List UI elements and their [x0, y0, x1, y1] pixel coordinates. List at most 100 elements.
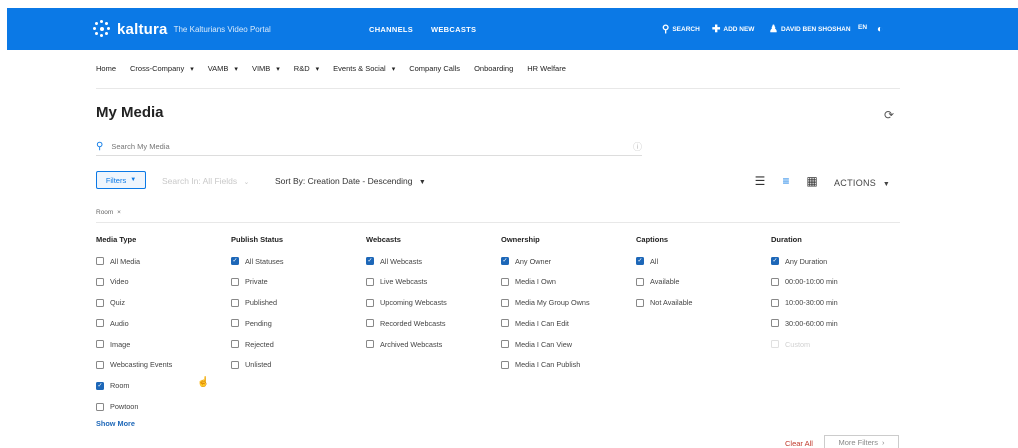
filter-option[interactable]: 10:00-30:00 min	[771, 298, 838, 308]
checkbox-icon[interactable]	[366, 319, 374, 328]
filter-option[interactable]: Custom	[771, 339, 838, 349]
filter-option[interactable]: ✓ All Webcasts	[366, 256, 447, 266]
checkbox-icon[interactable]	[771, 319, 779, 328]
filter-option[interactable]: Archived Webcasts	[366, 339, 447, 349]
checkbox-icon[interactable]	[501, 277, 509, 286]
filter-option[interactable]: Upcoming Webcasts	[366, 298, 447, 308]
checkbox-checked-icon[interactable]: ✓	[636, 257, 644, 265]
checkbox-icon[interactable]	[366, 277, 374, 286]
filter-option[interactable]: Private	[231, 277, 284, 287]
filter-option[interactable]: Media I Own	[501, 277, 590, 287]
search-in-dropdown[interactable]: Search In: All Fields ⌄	[162, 176, 249, 186]
nav-item-label: Company Calls	[409, 64, 461, 73]
checkbox-icon[interactable]	[96, 298, 104, 307]
filter-option[interactable]: ✓ Any Owner	[501, 256, 590, 266]
checkbox-checked-icon[interactable]: ✓	[366, 257, 374, 265]
filter-option[interactable]: Powtoon	[96, 402, 172, 412]
filters-button[interactable]: Filters ▼	[96, 171, 146, 189]
nav-item-6[interactable]: Company Calls	[409, 64, 460, 73]
checkbox-checked-icon[interactable]: ✓	[231, 257, 239, 265]
checkbox-icon[interactable]	[771, 298, 779, 307]
nav-item-3[interactable]: VIMB ▾	[252, 64, 280, 73]
nav-item-8[interactable]: HR Welfare	[527, 64, 566, 73]
filter-option[interactable]: 00:00-10:00 min	[771, 277, 838, 287]
nav-webcasts[interactable]: WEBCASTS	[431, 25, 476, 34]
checkbox-icon[interactable]	[636, 298, 644, 307]
checkbox-icon[interactable]	[501, 319, 509, 328]
filter-option[interactable]: Recorded Webcasts	[366, 318, 447, 328]
close-icon[interactable]: ×	[117, 209, 121, 216]
checkbox-checked-icon[interactable]: ✓	[501, 257, 509, 265]
checkbox-icon[interactable]	[636, 277, 644, 286]
chevron-down-icon: ▾	[391, 65, 396, 73]
filter-option[interactable]: All Media	[96, 256, 172, 266]
filter-option[interactable]: Rejected	[231, 339, 284, 349]
list-view-icon[interactable]: ☰	[752, 175, 768, 187]
checkbox-icon[interactable]	[771, 277, 779, 286]
filter-option[interactable]: Video	[96, 277, 172, 287]
more-filters-button[interactable]: More Filters ›	[824, 435, 899, 448]
user-menu[interactable]: ♟ DAVID BEN SHOSHAN	[769, 24, 851, 35]
checkbox-icon[interactable]	[231, 319, 239, 328]
checkbox-icon[interactable]	[96, 340, 104, 349]
checkbox-icon[interactable]	[96, 360, 104, 369]
filter-option[interactable]: Image	[96, 339, 172, 349]
filter-option[interactable]: Unlisted	[231, 360, 284, 370]
checkbox-icon[interactable]	[501, 298, 509, 307]
nav-item-5[interactable]: Events & Social ▾	[333, 64, 395, 73]
nav-item-2[interactable]: VAMB ▾	[208, 64, 238, 73]
search-button[interactable]: ⚲ SEARCH	[662, 24, 700, 35]
checkbox-icon[interactable]	[96, 319, 104, 328]
checkbox-icon[interactable]	[96, 402, 104, 411]
filter-option[interactable]: Media I Can View	[501, 339, 590, 349]
detailed-view-icon[interactable]: ≡	[778, 175, 794, 187]
checkbox-icon[interactable]	[366, 298, 374, 307]
filter-option[interactable]: ✓ Room	[96, 381, 172, 391]
checkbox-icon[interactable]	[231, 298, 239, 307]
filter-option[interactable]: 30:00-60:00 min	[771, 318, 838, 328]
checkbox-icon[interactable]	[366, 340, 374, 349]
filter-option[interactable]: ✓ Any Duration	[771, 256, 838, 266]
kaltura-logo[interactable]: kaltura The Kalturians Video Portal	[93, 20, 271, 38]
table-view-icon[interactable]: ▦	[804, 175, 820, 187]
show-more-link[interactable]: Show More	[96, 419, 135, 428]
contrast-toggle[interactable]: ◐	[877, 24, 886, 35]
sort-by-dropdown[interactable]: Sort By: Creation Date - Descending ▼	[275, 176, 426, 186]
nav-item-7[interactable]: Onboarding	[474, 64, 513, 73]
filter-option[interactable]: Audio	[96, 318, 172, 328]
clear-all-link[interactable]: Clear All	[785, 439, 813, 448]
filter-option[interactable]: Pending	[231, 318, 284, 328]
filter-option[interactable]: ✓ All	[636, 256, 692, 266]
checkbox-icon[interactable]	[231, 277, 239, 286]
filter-option[interactable]: Not Available	[636, 298, 692, 308]
filter-option[interactable]: Published	[231, 298, 284, 308]
filter-option[interactable]: Live Webcasts	[366, 277, 447, 287]
info-icon[interactable]: ⓘ	[633, 140, 642, 153]
nav-channels[interactable]: CHANNELS	[369, 25, 413, 34]
checkbox-checked-icon[interactable]: ✓	[771, 257, 779, 265]
add-new-button[interactable]: ✚ ADD NEW	[712, 24, 754, 35]
filter-option[interactable]: Webcasting Events	[96, 360, 172, 370]
checkbox-icon[interactable]	[501, 340, 509, 349]
nav-item-1[interactable]: Cross-Company ▾	[130, 64, 194, 73]
checkbox-icon[interactable]	[231, 340, 239, 349]
filter-option[interactable]: ✓ All Statuses	[231, 256, 284, 266]
filter-option[interactable]: Media I Can Edit	[501, 318, 590, 328]
checkbox-checked-icon[interactable]: ✓	[96, 381, 104, 390]
checkbox-icon[interactable]	[96, 257, 104, 265]
filter-option[interactable]: Media I Can Publish	[501, 360, 590, 370]
search-input[interactable]	[111, 142, 633, 151]
checkbox-icon[interactable]	[501, 360, 509, 369]
active-filter-tag[interactable]: Room ×	[96, 209, 121, 216]
checkbox-icon[interactable]	[771, 340, 779, 349]
filter-option[interactable]: Available	[636, 277, 692, 287]
filter-option[interactable]: Media My Group Owns	[501, 298, 590, 308]
language-selector[interactable]: EN	[858, 24, 867, 31]
checkbox-icon[interactable]	[96, 277, 104, 286]
refresh-icon[interactable]: ⟳	[884, 108, 894, 122]
checkbox-icon[interactable]	[231, 360, 239, 369]
actions-dropdown[interactable]: ACTIONS ▼	[834, 178, 890, 188]
nav-item-4[interactable]: R&D ▾	[294, 64, 319, 73]
nav-item-0[interactable]: Home	[96, 64, 116, 73]
filter-option[interactable]: Quiz	[96, 298, 172, 308]
